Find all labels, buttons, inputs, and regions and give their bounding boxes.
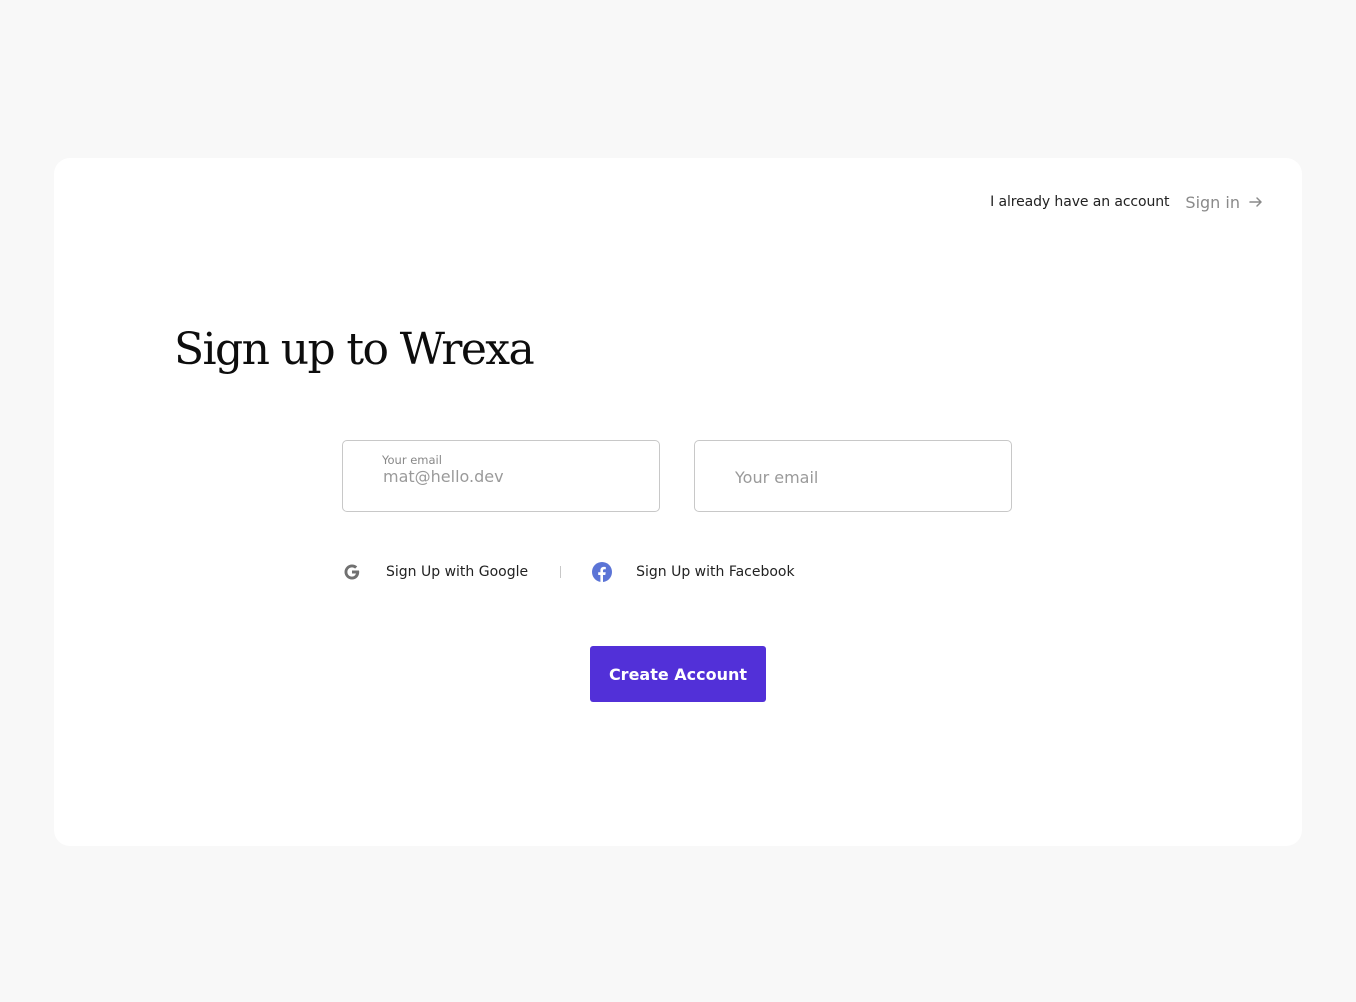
already-have-account-text: I already have an account [990,194,1170,210]
facebook-signup-button[interactable]: Sign Up with Facebook [592,562,795,582]
email-input[interactable] [383,467,633,486]
social-signup-row: Sign Up with Google Sign Up with Faceboo… [342,560,795,584]
arrow-right-icon [1249,197,1262,207]
email-field-label: Your email [382,453,442,467]
facebook-signup-label: Sign Up with Facebook [636,564,795,580]
signup-card: I already have an account Sign in Sign u… [54,158,1302,846]
page-title: Sign up to Wrexa [174,324,535,375]
email-field-secondary[interactable] [694,440,1012,512]
account-prompt: I already have an account Sign in [990,190,1264,214]
email-field[interactable]: Your email [342,440,660,512]
create-account-button[interactable]: Create Account [590,646,766,702]
google-signup-label: Sign Up with Google [386,564,529,580]
facebook-icon [592,562,613,582]
sign-in-label: Sign in [1185,192,1240,212]
google-signup-button[interactable]: Sign Up with Google [342,562,528,582]
google-icon [344,564,360,580]
email-input-secondary[interactable] [735,468,985,487]
sign-in-link[interactable]: Sign in [1185,193,1264,212]
social-divider [560,566,562,578]
